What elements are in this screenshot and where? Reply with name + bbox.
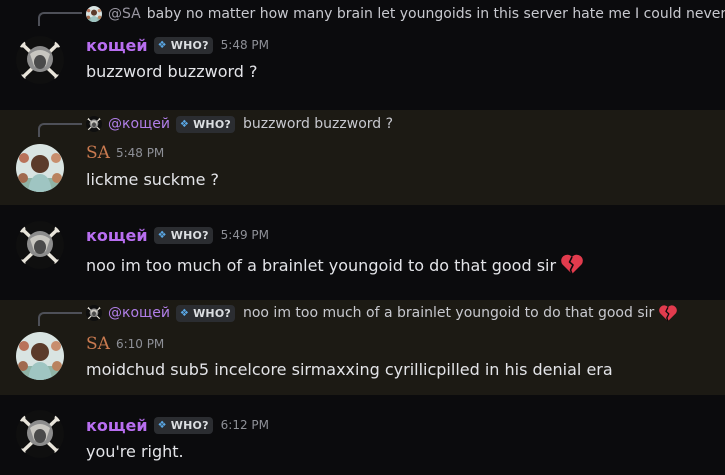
username[interactable]: SA [86, 334, 110, 354]
username[interactable]: кощей [86, 226, 148, 245]
tag-label: WHO? [193, 306, 231, 320]
reply-avatar-icon [86, 116, 102, 132]
tag-label: WHO? [170, 228, 209, 242]
message-header: кощей ❖ WHO? 5:49 PM [86, 224, 269, 246]
tag-diamond-icon: ❖ [179, 307, 190, 319]
message-content-row: noo im too much of a brainlet youngoid t… [86, 253, 584, 275]
reply-author[interactable]: @SA [108, 6, 141, 22]
broken-heart-icon [658, 304, 678, 322]
message-5: кощей ❖ WHO? 6:12 PM you're right. [0, 395, 725, 475]
reply-text: noo im too much of a brainlet youngoid t… [242, 305, 655, 321]
reply-connector [38, 12, 82, 26]
broken-heart-icon [560, 253, 584, 275]
timestamp: 6:12 PM [220, 418, 270, 432]
reply-preview[interactable]: @SA baby no matter how many brain let yo… [86, 4, 725, 24]
tag-diamond-icon: ❖ [157, 39, 167, 51]
message-header: кощей ❖ WHO? 6:12 PM [86, 414, 269, 436]
reply-preview[interactable]: @кощей ❖ WHO? noo im too much of a brainl… [86, 303, 725, 323]
server-tag[interactable]: ❖ WHO? [175, 304, 235, 322]
timestamp: 6:10 PM [115, 337, 165, 351]
reply-author[interactable]: @кощей [108, 305, 170, 321]
reply-connector [38, 123, 82, 137]
server-tag[interactable]: ❖ WHO? [175, 115, 235, 133]
username[interactable]: SA [86, 143, 110, 163]
message-content: buzzword buzzword ? [86, 62, 258, 81]
message-content: moidchud sub5 incelcore sirmaxxing cyril… [86, 360, 613, 379]
message-2: @кощей ❖ WHO? buzzword buzzword ? SA 5:48… [0, 110, 725, 205]
tag-diamond-icon: ❖ [157, 229, 167, 241]
message-4: @кощей ❖ WHO? noo im too much of a brainl… [0, 300, 725, 395]
tag-label: WHO? [170, 418, 209, 432]
message-header: SA 5:48 PM [86, 142, 164, 164]
username[interactable]: кощей [86, 416, 148, 435]
avatar[interactable] [16, 221, 64, 269]
username[interactable]: кощей [86, 36, 148, 55]
message-content: lickme suckme ? [86, 170, 220, 189]
reply-author[interactable]: @кощей [108, 116, 170, 132]
tag-diamond-icon: ❖ [179, 118, 190, 130]
server-tag[interactable]: ❖ WHO? [153, 36, 213, 54]
message-1: @SA baby no matter how many brain let yo… [0, 0, 725, 110]
message-header: SA 6:10 PM [86, 333, 164, 355]
server-tag[interactable]: ❖ WHO? [153, 226, 213, 244]
reply-text: baby no matter how many brain let youngo… [146, 6, 725, 22]
server-tag[interactable]: ❖ WHO? [153, 416, 213, 434]
avatar[interactable] [16, 36, 64, 84]
message-3: кощей ❖ WHO? 5:49 PM noo im too much of a… [0, 205, 725, 300]
reply-connector [38, 312, 82, 326]
avatar[interactable] [16, 410, 64, 458]
message-header: кощей ❖ WHO? 5:48 PM [86, 34, 269, 56]
message-content: you're right. [86, 442, 184, 461]
avatar[interactable] [16, 332, 64, 380]
tag-diamond-icon: ❖ [157, 419, 167, 431]
reply-text: buzzword buzzword ? [242, 116, 394, 132]
tag-label: WHO? [193, 117, 231, 131]
reply-avatar-icon [86, 305, 102, 321]
timestamp: 5:49 PM [220, 228, 270, 242]
timestamp: 5:48 PM [220, 38, 270, 52]
avatar[interactable] [16, 144, 64, 192]
message-content: noo im too much of a brainlet youngoid t… [86, 256, 557, 275]
timestamp: 5:48 PM [115, 146, 165, 160]
reply-avatar-icon [86, 6, 102, 22]
reply-preview[interactable]: @кощей ❖ WHO? buzzword buzzword ? [86, 114, 725, 134]
tag-label: WHO? [170, 38, 209, 52]
